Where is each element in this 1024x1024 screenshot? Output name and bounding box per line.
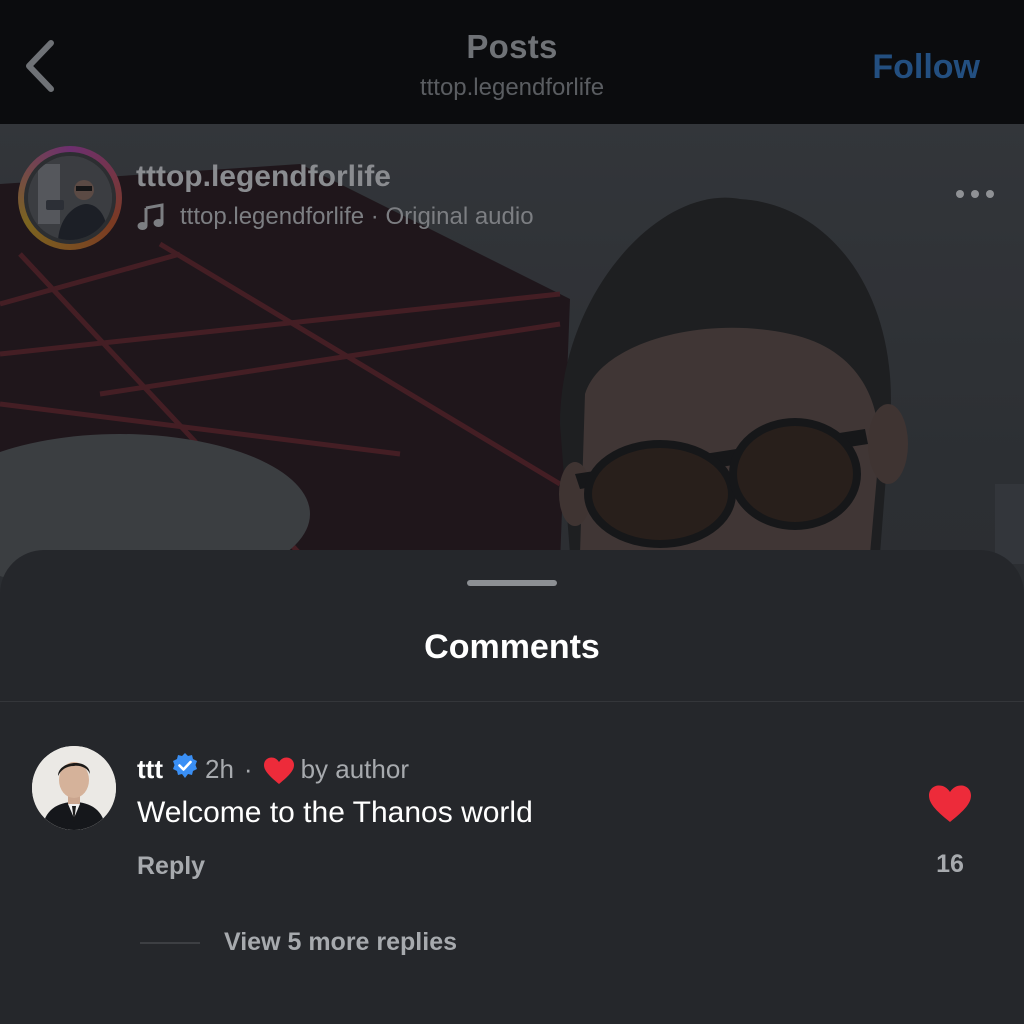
- comments-sheet: Comments ttt 2h · by author Welcome to t…: [0, 550, 1024, 1024]
- top-navigation-bar: Posts tttop.legendforlife Follow: [0, 0, 1024, 124]
- commenter-username[interactable]: ttt: [137, 754, 163, 785]
- comment-item: ttt 2h · by author Welcome to the Thanos…: [0, 740, 1024, 890]
- post-header: tttop.legendforlife tttop.legendforlife …: [18, 146, 1008, 256]
- original-audio-link[interactable]: tttop.legendforlife · Original audio: [136, 202, 534, 232]
- liked-by-author-label: by author: [300, 753, 409, 784]
- view-more-replies-label: View 5 more replies: [224, 928, 457, 956]
- commenter-avatar[interactable]: [32, 746, 116, 830]
- comment-timestamp: 2h: [204, 753, 234, 784]
- comment-text: Welcome to the Thanos world: [137, 796, 533, 829]
- separator-dot: ·: [243, 753, 253, 784]
- divider: [0, 701, 1024, 702]
- reply-button[interactable]: Reply: [137, 852, 205, 881]
- avatar-image: [28, 156, 112, 240]
- sheet-drag-handle[interactable]: [467, 580, 557, 586]
- post-author-avatar[interactable]: [18, 146, 122, 250]
- follow-button[interactable]: Follow: [872, 48, 980, 87]
- page-subtitle-username: tttop.legendforlife: [419, 74, 605, 101]
- page-title: Posts: [466, 28, 558, 65]
- like-button[interactable]: [928, 784, 974, 826]
- comments-title: Comments: [424, 628, 600, 666]
- music-note-icon: [137, 203, 164, 230]
- more-options-button[interactable]: [956, 184, 1004, 204]
- replies-indent-line: [140, 941, 200, 944]
- heart-icon: [929, 785, 971, 822]
- verified-badge-icon: [172, 753, 197, 778]
- view-more-replies-button[interactable]: View 5 more replies: [140, 928, 457, 957]
- post-author-username[interactable]: tttop.legendforlife: [136, 160, 391, 194]
- comment-header: ttt 2h · by author: [137, 752, 409, 786]
- like-count: 16: [936, 850, 964, 878]
- audio-label: tttop.legendforlife · Original audio: [180, 203, 534, 230]
- heart-icon: [263, 757, 294, 784]
- more-horizontal-icon: [956, 190, 964, 198]
